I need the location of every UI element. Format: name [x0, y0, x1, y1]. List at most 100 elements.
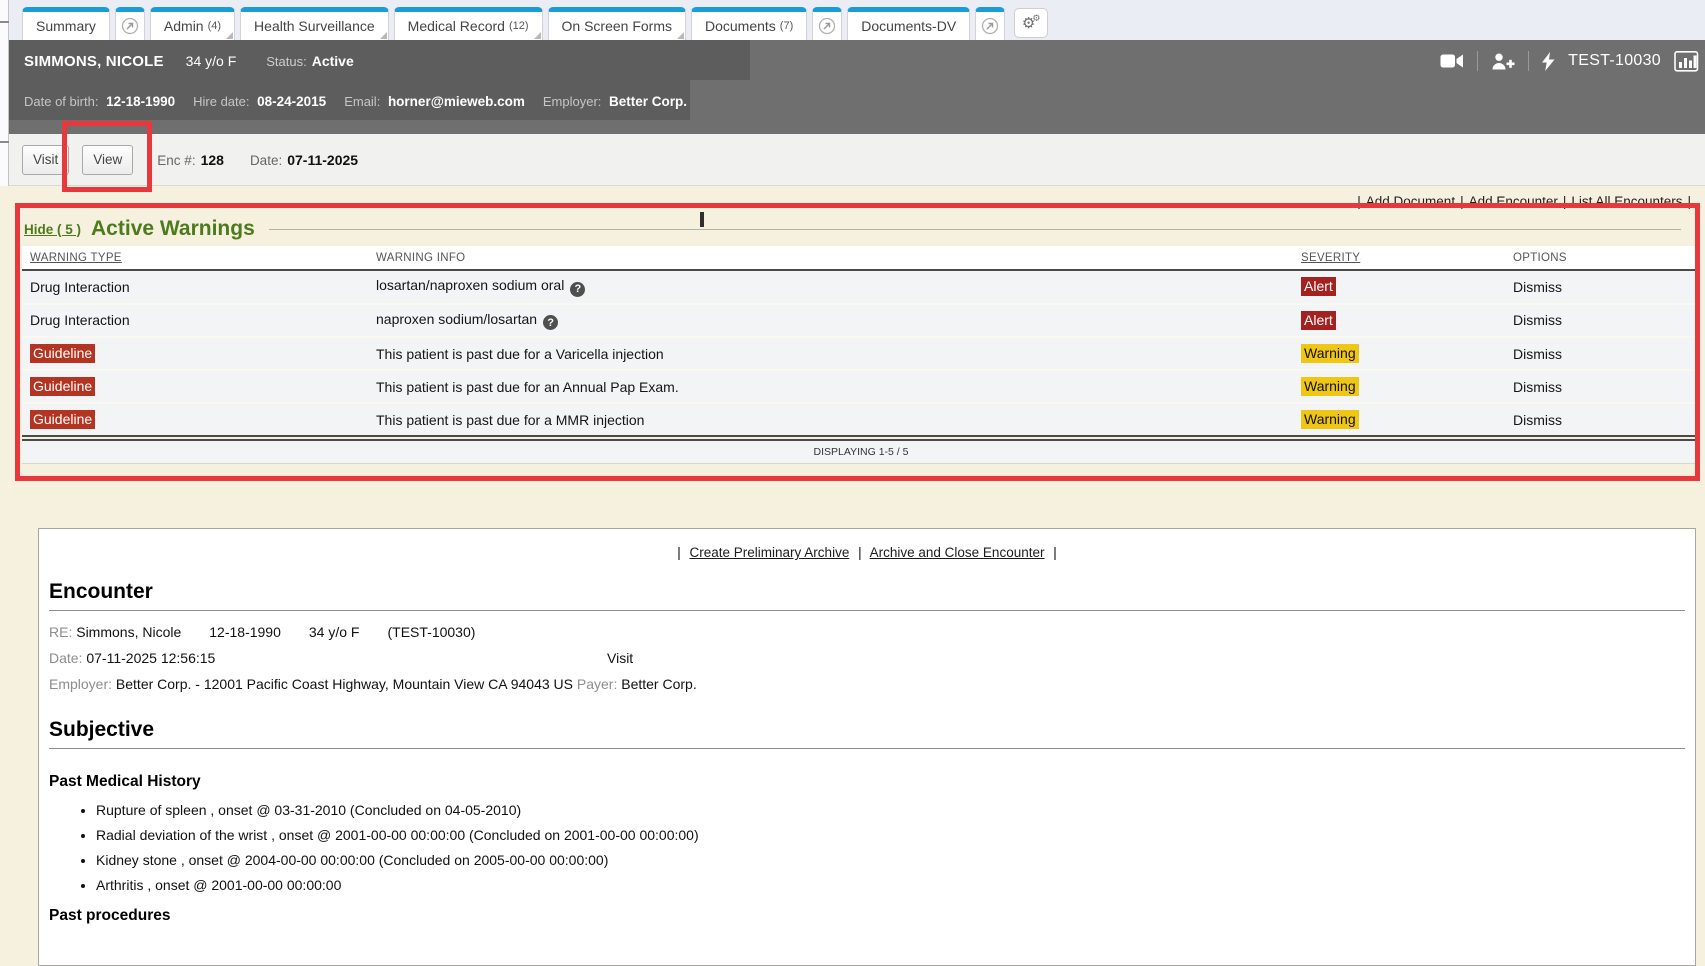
- list-item: Kidney stone , onset @ 2004-00-00 00:00:…: [96, 852, 1685, 868]
- collapsed-sidebar-edge: [0, 0, 9, 186]
- warning-type-badge: Guideline: [30, 377, 95, 396]
- lightning-icon[interactable]: [1542, 52, 1555, 71]
- dismiss-link[interactable]: Dismiss: [1505, 273, 1700, 301]
- active-warnings-title: Active Warnings: [91, 217, 255, 241]
- create-preliminary-archive-link[interactable]: Create Preliminary Archive: [690, 545, 850, 560]
- past-procedures-title: Past procedures: [49, 907, 1685, 925]
- warnings-paging-status: DISPLAYING 1-5 / 5: [22, 439, 1700, 464]
- warning-info: losartan/naproxen sodium oral?: [368, 271, 1293, 303]
- warning-row: Guideline This patient is past due for a…: [22, 338, 1700, 371]
- view-button[interactable]: View: [82, 145, 133, 175]
- email-value: horner@mieweb.com: [388, 94, 525, 109]
- tab-on-screen-forms[interactable]: On Screen Forms: [548, 7, 686, 40]
- popout-button-summary[interactable]: [115, 7, 145, 40]
- add-person-icon[interactable]: [1491, 53, 1515, 70]
- dismiss-link[interactable]: Dismiss: [1505, 306, 1700, 334]
- severity-badge: Warning: [1301, 344, 1359, 363]
- cursor-artifact: [700, 212, 704, 227]
- tab-label: On Screen Forms: [562, 18, 672, 34]
- tab-count: (12): [509, 20, 529, 32]
- tab-settings-button[interactable]: ⚙ ⚙: [1014, 8, 1048, 38]
- list-all-encounters-link[interactable]: List All Encounters: [1571, 194, 1682, 209]
- visit-button[interactable]: Visit: [22, 145, 69, 175]
- tab-health-surveillance[interactable]: Health Surveillance: [240, 7, 389, 40]
- help-icon[interactable]: ?: [570, 282, 585, 297]
- warning-type-badge: Guideline: [30, 410, 95, 429]
- popout-icon: [981, 17, 999, 35]
- encounter-toolbar: Visit View Enc #:128 Date:07-11-2025: [0, 134, 1705, 186]
- warning-type-badge: Guideline: [30, 344, 95, 363]
- popout-button-documents-dv[interactable]: [975, 7, 1005, 40]
- popout-icon: [818, 17, 836, 35]
- column-warning-info: WARNING INFO: [368, 246, 1293, 269]
- tab-admin[interactable]: Admin (4): [150, 7, 235, 40]
- tab-label: Summary: [36, 18, 96, 34]
- tab-label: Documents-DV: [861, 18, 956, 34]
- flowsheet-chart-icon[interactable]: [1674, 51, 1699, 72]
- add-encounter-link[interactable]: Add Encounter: [1469, 194, 1558, 209]
- severity-badge: Warning: [1301, 410, 1359, 429]
- status-value: Active: [312, 53, 354, 69]
- video-call-icon[interactable]: [1440, 53, 1464, 69]
- tab-count: (7): [780, 20, 793, 32]
- tab-documents-dv[interactable]: Documents-DV: [847, 7, 970, 40]
- add-document-link[interactable]: Add Document: [1366, 194, 1455, 209]
- tab-label: Admin: [164, 18, 204, 34]
- patient-header: SIMMONS, NICOLE 34 y/o F Status: Active …: [0, 40, 1705, 134]
- warning-info: This patient is past due for an Annual P…: [368, 373, 1293, 401]
- subjective-title: Subjective: [49, 718, 1685, 742]
- patient-chart-id: TEST-10030: [1568, 52, 1661, 70]
- doc-employer-value: Better Corp. - 12001 Pacific Coast Highw…: [116, 676, 573, 692]
- employer-field: Employer: Better Corp.: [543, 94, 687, 109]
- list-item: Rupture of spleen , onset @ 03-31-2010 (…: [96, 802, 1685, 818]
- past-medical-history-title: Past Medical History: [49, 773, 1685, 791]
- divider: [49, 610, 1685, 611]
- doc-patient-dob: 12-18-1990: [209, 624, 281, 640]
- tab-medical-record[interactable]: Medical Record (12): [394, 7, 543, 40]
- gutter-tick: [0, 21, 9, 23]
- gutter-tick: [0, 141, 9, 143]
- hire-date-label: Hire date:: [193, 94, 249, 109]
- employer-value: Better Corp.: [609, 94, 687, 109]
- divider: [269, 229, 1681, 230]
- encounter-action-links: | Add Document | Add Encounter | List Al…: [0, 186, 1705, 209]
- dismiss-link[interactable]: Dismiss: [1505, 406, 1700, 434]
- dismiss-link[interactable]: Dismiss: [1505, 373, 1700, 401]
- warning-row: Guideline This patient is past due for a…: [22, 371, 1700, 404]
- tab-bar: Summary Admin (4) Health Surveillance Me…: [0, 0, 1705, 40]
- dismiss-link[interactable]: Dismiss: [1505, 340, 1700, 368]
- doc-patient-age-sex: 34 y/o F: [309, 624, 360, 640]
- column-severity[interactable]: SEVERITY: [1293, 246, 1505, 269]
- warning-type: Drug Interaction: [22, 273, 368, 301]
- warning-type: Drug Interaction: [22, 306, 368, 334]
- tab-summary[interactable]: Summary: [22, 7, 110, 40]
- gear-icon: ⚙: [1032, 15, 1040, 24]
- warnings-table-header: WARNING TYPE WARNING INFO SEVERITY OPTIO…: [22, 246, 1700, 271]
- doc-date-value: 07-11-2025 12:56:15: [86, 650, 215, 666]
- column-warning-type[interactable]: WARNING TYPE: [22, 246, 368, 269]
- main-content: | Add Document | Add Encounter | List Al…: [0, 186, 1705, 966]
- re-line: RE: Simmons, Nicole12-18-199034 y/o F(TE…: [49, 624, 1685, 640]
- hire-date-field: Hire date: 08-24-2015: [193, 94, 326, 109]
- popout-icon: [121, 17, 139, 35]
- patient-name: SIMMONS, NICOLE: [24, 53, 164, 70]
- popout-button-documents[interactable]: [812, 7, 842, 40]
- severity-badge: Alert: [1301, 311, 1336, 330]
- patient-age-sex: 34 y/o F: [186, 53, 237, 69]
- warnings-table: WARNING TYPE WARNING INFO SEVERITY OPTIO…: [22, 246, 1700, 437]
- archive-links: | Create Preliminary Archive | Archive a…: [39, 545, 1695, 560]
- warning-info: naproxen sodium/losartan?: [368, 305, 1293, 337]
- dob-field: Date of birth: 12-18-1990: [24, 94, 175, 109]
- help-icon[interactable]: ?: [543, 315, 558, 330]
- doc-patient-name: Simmons, Nicole: [76, 624, 181, 640]
- encounter-date: Date:07-11-2025: [250, 152, 358, 168]
- encounter-number: Enc #:128: [157, 152, 224, 168]
- hide-warnings-link[interactable]: Hide ( 5 ): [24, 222, 81, 237]
- archive-and-close-link[interactable]: Archive and Close Encounter: [870, 545, 1045, 560]
- tab-documents[interactable]: Documents (7): [691, 7, 807, 40]
- employer-line: Employer: Better Corp. - 12001 Pacific C…: [49, 676, 1685, 692]
- tab-count: (4): [208, 20, 221, 32]
- hire-date-value: 08-24-2015: [257, 94, 326, 109]
- status-label: Status:: [266, 54, 306, 69]
- divider: [1528, 51, 1529, 71]
